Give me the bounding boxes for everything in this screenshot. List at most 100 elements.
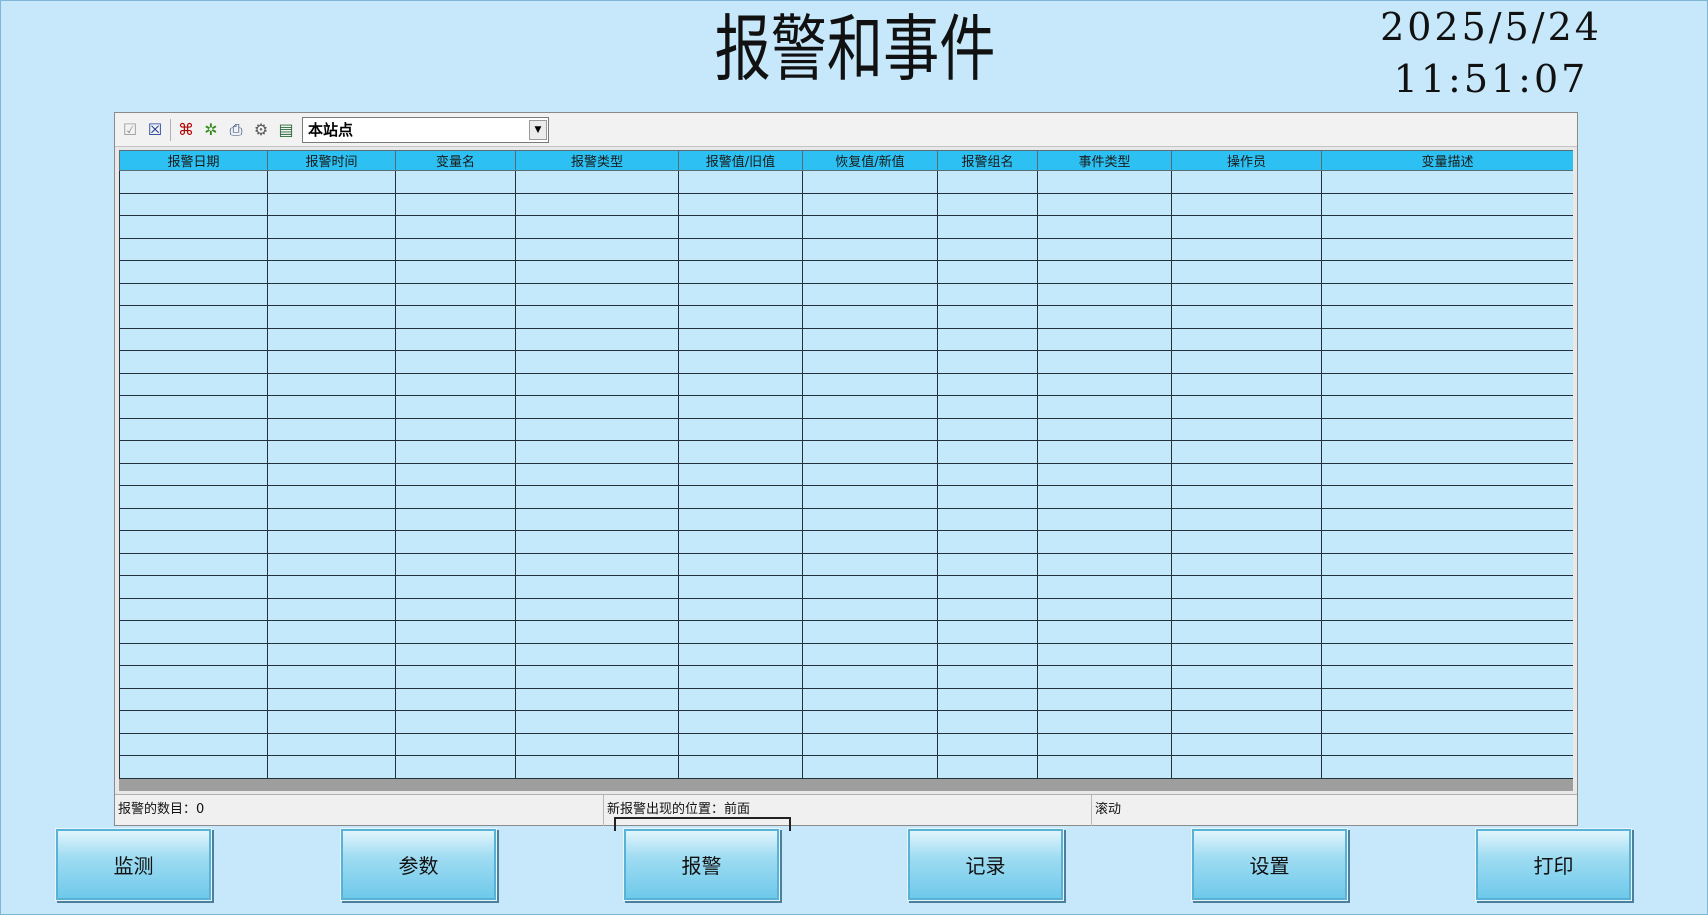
print-button[interactable]: 打印	[1475, 828, 1632, 901]
cross-box-icon[interactable]: ☒	[144, 119, 166, 141]
acknowledge-icon[interactable]: ☑	[119, 119, 141, 141]
table-cell	[1171, 327, 1322, 351]
table-cell	[515, 665, 679, 689]
table-row[interactable]	[119, 530, 1573, 554]
table-row[interactable]	[119, 575, 1573, 599]
chevron-down-icon[interactable]: ▼	[529, 119, 547, 140]
column-header-variable-name[interactable]: 变量名	[395, 150, 516, 171]
table-row[interactable]	[119, 552, 1573, 576]
column-header-alarm-type[interactable]: 报警类型	[515, 150, 679, 171]
table-cell	[119, 192, 268, 216]
table-cell	[515, 507, 679, 531]
table-row[interactable]	[119, 485, 1573, 509]
column-header-alarm-date[interactable]: 报警日期	[119, 150, 268, 171]
station-select[interactable]: 本站点 ▼	[302, 116, 549, 143]
table-row[interactable]	[119, 350, 1573, 374]
table-cell	[802, 372, 938, 396]
params-button[interactable]: 参数	[340, 828, 497, 901]
table-row[interactable]	[119, 687, 1573, 711]
table-cell	[515, 485, 679, 509]
table-cell	[678, 192, 803, 216]
column-header-alarm-value[interactable]: 报警值/旧值	[678, 150, 803, 171]
column-header-variable-description[interactable]: 变量描述	[1321, 150, 1573, 171]
table-cell	[395, 350, 516, 374]
table-cell	[119, 282, 268, 306]
table-cell	[515, 530, 679, 554]
table-row[interactable]	[119, 395, 1573, 419]
table-cell	[119, 237, 268, 261]
table-cell	[395, 597, 516, 621]
table-cell	[1321, 597, 1573, 621]
table-cell	[678, 372, 803, 396]
table-row[interactable]	[119, 507, 1573, 531]
table-cell	[1171, 282, 1322, 306]
table-row[interactable]	[119, 462, 1573, 486]
table-cell	[515, 372, 679, 396]
table-row[interactable]	[119, 642, 1573, 666]
table-row[interactable]	[119, 440, 1573, 464]
table-cell	[937, 327, 1038, 351]
table-body	[119, 170, 1573, 779]
table-cell	[678, 350, 803, 374]
export-icon[interactable]: ▤	[275, 119, 297, 141]
table-cell	[1171, 687, 1322, 711]
alarm-table[interactable]: 报警日期 报警时间 变量名 报警类型 报警值/旧值 恢复值/新值 报警组名 事件…	[119, 150, 1573, 791]
table-row[interactable]	[119, 305, 1573, 329]
table-cell	[937, 170, 1038, 194]
table-row[interactable]	[119, 710, 1573, 734]
settings-button[interactable]: 设置	[1191, 828, 1348, 901]
table-row[interactable]	[119, 237, 1573, 261]
table-row[interactable]	[119, 215, 1573, 239]
monitor-button[interactable]: 监测	[55, 828, 212, 901]
column-header-alarm-group[interactable]: 报警组名	[937, 150, 1038, 171]
table-cell	[1171, 192, 1322, 216]
table-cell	[119, 372, 268, 396]
refresh-icon[interactable]: ✲	[200, 119, 222, 141]
table-row[interactable]	[119, 170, 1573, 194]
table-row[interactable]	[119, 282, 1573, 306]
table-cell	[1171, 462, 1322, 486]
table-cell	[267, 507, 396, 531]
table-cell	[395, 282, 516, 306]
config-icon[interactable]: ⚙	[250, 119, 272, 141]
table-cell	[1321, 687, 1573, 711]
table-cell	[1321, 642, 1573, 666]
table-cell	[119, 620, 268, 644]
print-icon[interactable]: ⎙	[225, 119, 247, 141]
table-row[interactable]	[119, 372, 1573, 396]
table-cell	[395, 687, 516, 711]
table-cell	[267, 665, 396, 689]
table-row[interactable]	[119, 597, 1573, 621]
table-row[interactable]	[119, 620, 1573, 644]
column-header-alarm-time[interactable]: 报警时间	[267, 150, 396, 171]
table-cell	[395, 462, 516, 486]
table-row[interactable]	[119, 327, 1573, 351]
table-cell	[267, 620, 396, 644]
table-cell	[802, 192, 938, 216]
table-cell	[1321, 462, 1573, 486]
filter-icon[interactable]: ⌘	[175, 119, 197, 141]
table-row[interactable]	[119, 417, 1573, 441]
table-row[interactable]	[119, 732, 1573, 756]
table-cell	[678, 687, 803, 711]
table-cell	[802, 597, 938, 621]
column-header-event-type[interactable]: 事件类型	[1037, 150, 1172, 171]
table-cell	[1037, 170, 1172, 194]
table-row[interactable]	[119, 665, 1573, 689]
table-row[interactable]	[119, 192, 1573, 216]
table-cell	[1321, 192, 1573, 216]
record-button[interactable]: 记录	[907, 828, 1064, 901]
table-cell	[267, 642, 396, 666]
table-cell	[119, 530, 268, 554]
table-row[interactable]	[119, 755, 1573, 779]
table-cell	[678, 732, 803, 756]
alarm-button[interactable]: 报警	[623, 828, 780, 901]
column-header-operator[interactable]: 操作员	[1171, 150, 1322, 171]
column-header-recovery-value[interactable]: 恢复值/新值	[802, 150, 938, 171]
table-cell	[678, 642, 803, 666]
table-cell	[802, 665, 938, 689]
table-cell	[119, 485, 268, 509]
table-row[interactable]	[119, 260, 1573, 284]
table-cell	[1171, 732, 1322, 756]
table-cell	[267, 462, 396, 486]
